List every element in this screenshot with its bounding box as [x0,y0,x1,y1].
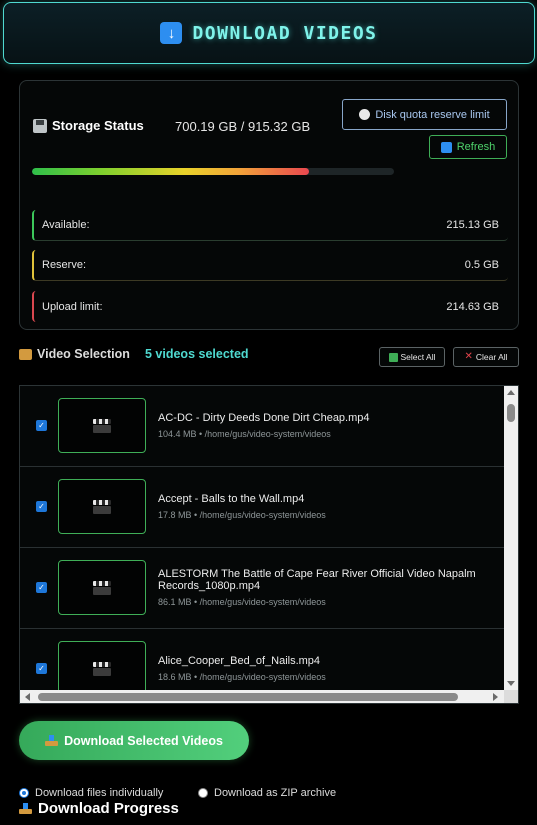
storage-usage-value: 700.19 GB / 915.32 GB [175,119,311,134]
page-header: ↓ DOWNLOAD VIDEOS [3,2,535,64]
select-all-label: Select All [400,352,436,362]
video-name: Alice_Cooper_Bed_of_Nails.mp4 [158,655,321,667]
floppy-disk-icon [33,118,47,133]
clapperboard-icon [93,661,111,676]
video-meta: 17.8 MB • /home/gus/video-system/videos [158,510,326,520]
list-item[interactable]: ✓ ALESTORM The Battle of Cape Fear River… [20,548,504,629]
radio-individual-label: Download files individually [35,787,164,799]
clear-all-button[interactable]: ✕ Clear All [453,347,519,367]
stat-available-label: Available: [42,219,90,231]
video-checkbox[interactable]: ✓ [36,582,47,593]
horizontal-scroll-thumb[interactable] [38,693,458,701]
stat-upload-limit: Upload limit: 214.63 GB [32,291,508,322]
video-checkbox[interactable]: ✓ [36,501,47,512]
select-all-button[interactable]: Select All [379,347,445,367]
storage-usage-bar [32,168,394,175]
down-arrow-icon: ↓ [160,22,183,44]
vertical-scrollbar[interactable] [504,386,518,690]
download-progress-label: Download Progress [38,800,179,817]
download-tray-icon [45,735,59,746]
list-item[interactable]: ✓ AC-DC - Dirty Deeds Done Dirt Cheap.mp… [20,386,504,467]
video-meta: 86.1 MB • /home/gus/video-system/videos [158,597,326,607]
video-thumbnail [58,479,146,534]
stat-available-value: 215.13 GB [446,219,499,231]
video-list-viewport: ✓ AC-DC - Dirty Deeds Done Dirt Cheap.mp… [20,386,504,690]
video-list[interactable]: ✓ AC-DC - Dirty Deeds Done Dirt Cheap.mp… [19,385,519,704]
page-title: DOWNLOAD VIDEOS [192,22,378,44]
storage-title: Storage Status [33,118,144,133]
video-thumbnail [58,398,146,453]
download-selected-button[interactable]: Download Selected Videos [19,721,249,760]
list-item[interactable]: ✓ Accept - Balls to the Wall.mp4 17.8 MB… [20,467,504,548]
selected-count: 5 videos selected [145,347,249,361]
storage-status-panel: Storage Status 700.19 GB / 915.32 GB Dis… [19,80,519,330]
stat-upload-limit-label: Upload limit: [42,300,103,313]
scroll-up-icon[interactable] [507,390,515,395]
video-meta: 104.4 MB • /home/gus/video-system/videos [158,429,331,439]
video-checkbox[interactable]: ✓ [36,663,47,674]
radio-download-zip[interactable]: Download as ZIP archive [198,787,336,799]
refresh-button-label: Refresh [456,141,496,153]
vertical-scroll-thumb[interactable] [507,404,515,422]
video-selection-header: Video Selection 5 videos selected Select… [19,346,519,368]
download-progress-title: Download Progress [19,800,179,817]
video-checkbox[interactable]: ✓ [36,420,47,431]
clear-all-label: Clear All [475,352,508,362]
radio-zip-label: Download as ZIP archive [214,787,337,799]
radio-individual-input[interactable] [19,788,29,798]
close-icon: ✕ [464,351,473,362]
radio-download-individually[interactable]: Download files individually [19,787,163,799]
download-selected-label: Download Selected Videos [64,733,223,748]
stat-upload-limit-value: 214.63 GB [446,300,499,313]
check-icon [388,352,398,362]
package-icon [19,348,32,360]
video-selection-title-label: Video Selection [37,347,130,361]
storage-title-label: Storage Status [52,118,144,133]
storage-usage-bar-fill [32,168,309,175]
download-tray-icon [19,803,32,814]
disk-quota-button[interactable]: Disk quota reserve limit [342,99,507,130]
scroll-right-icon[interactable] [493,693,498,701]
clapperboard-icon [93,418,111,433]
video-name: AC-DC - Dirty Deeds Done Dirt Cheap.mp4 [158,412,370,424]
stat-reserve: Reserve: 0.5 GB [32,250,508,281]
horizontal-scrollbar[interactable] [20,690,504,703]
video-name: ALESTORM The Battle of Cape Fear River O… [158,568,476,592]
stat-reserve-label: Reserve: [42,259,87,271]
list-item[interactable]: ✓ Alice_Cooper_Bed_of_Nails.mp4 18.6 MB … [20,629,504,690]
disk-quota-button-label: Disk quota reserve limit [375,108,490,121]
refresh-button[interactable]: Refresh [429,135,507,159]
disc-icon [359,109,371,120]
video-thumbnail [58,641,146,690]
scrollbar-corner [504,690,518,703]
video-meta: 18.6 MB • /home/gus/video-system/videos [158,672,326,682]
video-name: Accept - Balls to the Wall.mp4 [158,493,305,505]
radio-zip-input[interactable] [198,788,208,798]
clapperboard-icon [93,499,111,514]
clapperboard-icon [93,580,111,595]
refresh-icon [440,141,452,153]
video-thumbnail [58,560,146,615]
video-selection-title: Video Selection [19,347,130,361]
scroll-left-icon[interactable] [25,693,30,701]
scroll-down-icon[interactable] [507,681,515,686]
stat-reserve-value: 0.5 GB [464,259,499,271]
stat-available: Available: 215.13 GB [32,210,508,241]
